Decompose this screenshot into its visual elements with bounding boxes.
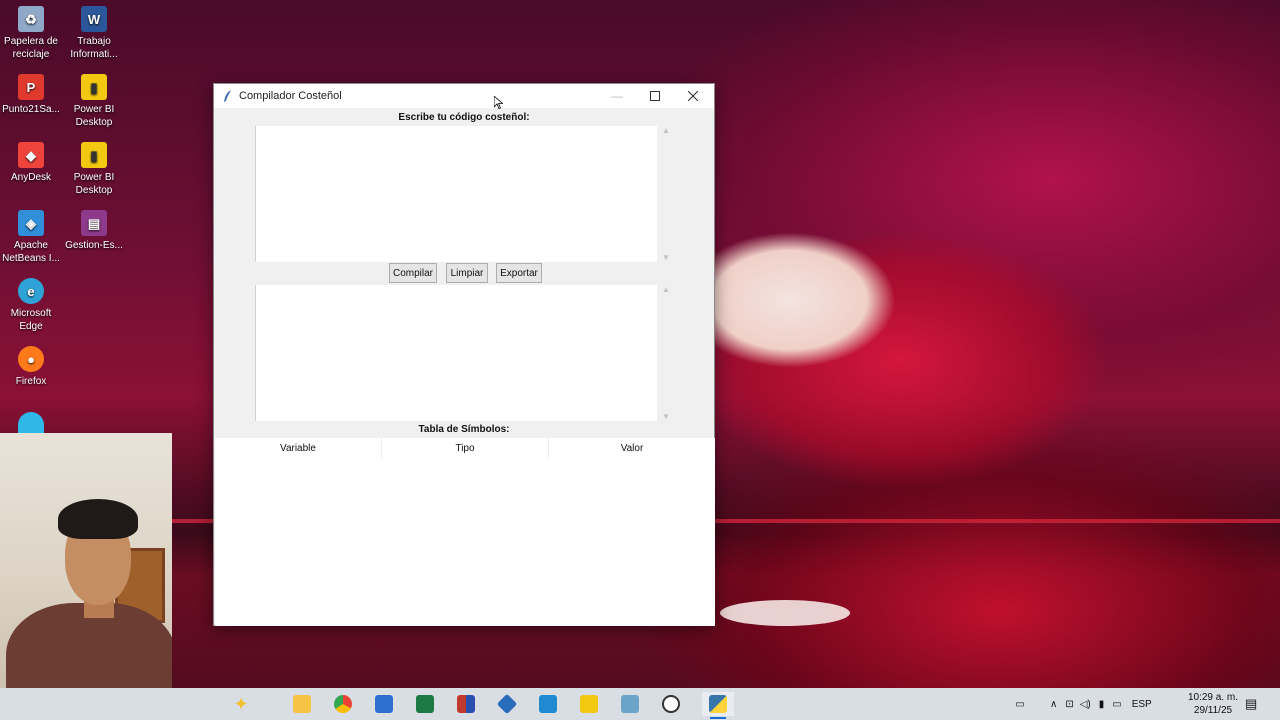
- desktop-icon-pdf[interactable]: P Punto21Sa...: [0, 74, 62, 116]
- desktop-icon-label: Power BI Desktop: [73, 172, 115, 196]
- taskbar-file-explorer[interactable]: [286, 692, 318, 716]
- microphone-icon[interactable]: ▮: [1099, 699, 1105, 710]
- desktop-icon-label: AnyDesk: [10, 172, 51, 183]
- code-input-scrollbar[interactable]: ▲ ▼: [659, 126, 673, 262]
- desktop-icon-netbeans[interactable]: ◈ Apache NetBeans I...: [0, 210, 62, 265]
- power-bi-icon: ▮: [81, 142, 107, 168]
- close-button[interactable]: [674, 84, 712, 108]
- chrome-icon: [334, 695, 352, 713]
- code-input-textarea[interactable]: [255, 126, 657, 262]
- scroll-down-arrow-icon[interactable]: ▼: [662, 253, 670, 262]
- notification-icon: ▤: [1245, 696, 1258, 711]
- scroll-up-arrow-icon[interactable]: ▲: [662, 126, 670, 135]
- word-document-icon: W: [81, 6, 107, 32]
- clock-time: 10:29 a. m.: [1187, 692, 1238, 703]
- language-indicator[interactable]: ESP: [1132, 699, 1152, 710]
- winrar-archive-icon: ▤: [81, 210, 107, 236]
- virtualbox-icon: [496, 693, 518, 715]
- feather-icon: [224, 90, 231, 102]
- recycle-bin-icon: ♻: [18, 6, 44, 32]
- desktop-icon-recycle-bin[interactable]: ♻ Papelera de reciclaje: [0, 6, 62, 61]
- taskbar-chrome[interactable]: [327, 692, 359, 716]
- edge-icon: e: [18, 278, 44, 304]
- compile-button[interactable]: Compilar: [389, 263, 437, 283]
- desktop-icon-label: Punto21Sa...: [2, 104, 60, 115]
- clock[interactable]: 10:29 a. m. 29/11/25: [1188, 691, 1238, 717]
- microsoft-store-icon: [375, 695, 393, 713]
- output-scrollbar[interactable]: ▲ ▼: [659, 285, 673, 421]
- pdf-icon: P: [18, 74, 44, 100]
- desktop-icon-label: Trabajo Informati...: [70, 36, 118, 60]
- compiler-window: Compilador Costeñol — Escribe tu código …: [213, 83, 715, 626]
- export-button[interactable]: Exportar: [496, 263, 542, 283]
- taskbar-notepad[interactable]: [614, 692, 646, 716]
- desktop-icon-label: Gestion-Es...: [65, 240, 123, 251]
- scroll-up-arrow-icon[interactable]: ▲: [662, 285, 670, 294]
- network-icon[interactable]: ▭: [1112, 699, 1121, 710]
- copilot-icon: ✦: [233, 693, 249, 714]
- window-titlebar[interactable]: Compilador Costeñol —: [214, 84, 714, 108]
- power-bi-icon: [580, 695, 598, 713]
- mouse-cursor-icon: [494, 96, 503, 109]
- webcam-person-hair: [58, 499, 138, 539]
- clear-button[interactable]: Limpiar: [446, 263, 488, 283]
- taskbar-app[interactable]: [450, 692, 482, 716]
- taskbar-virtualbox[interactable]: [491, 692, 523, 716]
- chevron-up-icon[interactable]: ∧: [1050, 699, 1057, 710]
- taskbar-power-bi[interactable]: [573, 692, 605, 716]
- desktop-icon-edge[interactable]: e Microsoft Edge: [0, 278, 62, 333]
- output-textarea[interactable]: [255, 285, 657, 421]
- anydesk-icon: ◆: [18, 142, 44, 168]
- speedometer-icon: [662, 695, 680, 713]
- volume-icon[interactable]: ◁): [1080, 699, 1091, 710]
- desktop-icon-firefox[interactable]: ● Firefox: [0, 346, 62, 388]
- desktop-icon-winrar[interactable]: ▤ Gestion-Es...: [63, 210, 125, 252]
- vscode-icon: [539, 695, 557, 713]
- clock-date: 29/11/25: [1193, 705, 1233, 716]
- table-header-row: Variable Tipo Valor: [215, 438, 715, 460]
- window-title: Compilador Costeñol: [239, 90, 342, 102]
- desktop-icon-power-bi-2[interactable]: ▮ Power BI Desktop: [63, 142, 125, 197]
- maximize-icon: [650, 91, 660, 101]
- desktop-icon-label: Apache NetBeans I...: [2, 240, 60, 264]
- column-header-type[interactable]: Tipo: [382, 438, 549, 459]
- minimize-button[interactable]: —: [598, 84, 636, 108]
- webcam-overlay: [0, 433, 172, 720]
- desktop-icon-power-bi[interactable]: ▮ Power BI Desktop: [63, 74, 125, 129]
- desktop-icon-label: Microsoft Edge: [10, 308, 52, 332]
- code-input-label: Escribe tu código costeñol:: [398, 112, 530, 123]
- symbols-table-label: Tabla de Símbolos:: [418, 424, 510, 435]
- scroll-down-arrow-icon[interactable]: ▼: [662, 412, 670, 421]
- taskbar-vscode[interactable]: [532, 692, 564, 716]
- taskbar-copilot[interactable]: ✦: [225, 692, 257, 716]
- notepad-icon: [621, 695, 639, 713]
- column-header-variable[interactable]: Variable: [215, 438, 382, 459]
- desktop-icon-label: Power BI Desktop: [73, 104, 115, 128]
- desktop-icon-label: Firefox: [15, 376, 47, 387]
- firefox-icon: ●: [18, 346, 44, 372]
- usb-device-icon[interactable]: ⊡: [1065, 699, 1073, 710]
- keyboard-layout-icon[interactable]: ▭: [1010, 699, 1030, 710]
- netbeans-icon: ◈: [18, 210, 44, 236]
- taskbar-excel[interactable]: [409, 692, 441, 716]
- file-explorer-icon: [293, 695, 311, 713]
- python-icon: [709, 695, 727, 713]
- symbols-table: Variable Tipo Valor: [215, 438, 715, 626]
- taskbar-python[interactable]: [702, 692, 734, 719]
- taskbar-speedometer[interactable]: [655, 692, 687, 716]
- app-icon: [457, 695, 475, 713]
- desktop-icon-anydesk[interactable]: ◆ AnyDesk: [0, 142, 62, 184]
- notification-button[interactable]: ▤: [1245, 688, 1257, 720]
- taskbar-store[interactable]: [368, 692, 400, 716]
- desktop-icon-label: Papelera de reciclaje: [4, 36, 58, 60]
- system-tray: ▭ ∧ ⊡ ◁) ▮ ▭ ESP: [1010, 688, 1152, 720]
- desktop-icon-word-doc[interactable]: W Trabajo Informati...: [63, 6, 125, 61]
- column-header-value[interactable]: Valor: [549, 438, 715, 459]
- taskbar: ✦ ▭ ∧ ⊡ ◁) ▮ ▭ ESP 10:29 a. m. 29/11/25 …: [0, 688, 1280, 720]
- close-icon: [688, 91, 698, 101]
- excel-icon: [416, 695, 434, 713]
- maximize-button[interactable]: [636, 84, 674, 108]
- wallpaper-moon-reflection: [720, 600, 850, 626]
- power-bi-icon: ▮: [81, 74, 107, 100]
